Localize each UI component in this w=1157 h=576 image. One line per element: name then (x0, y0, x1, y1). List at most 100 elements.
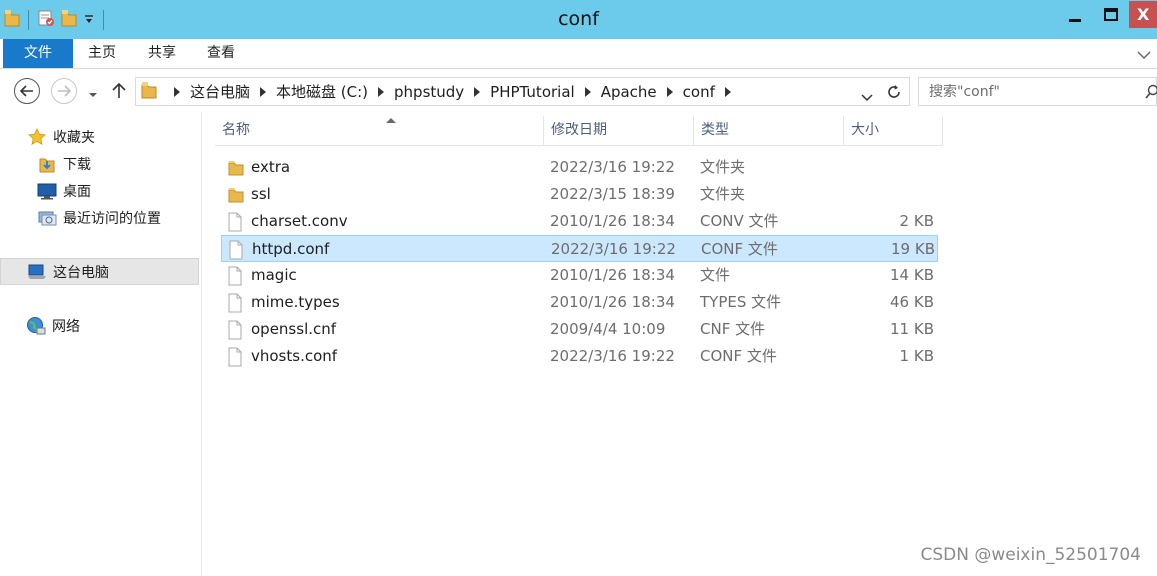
file-type: 文件夹 (700, 185, 746, 203)
breadcrumb-phpstudy[interactable]: phpstudy (394, 83, 464, 101)
file-icon (227, 347, 243, 367)
sidebar-item-label: 最近访问的位置 (63, 210, 161, 227)
file-list: 名称 修改日期 类型 大小 extra 2022/3/16 19:22 文件夹 ssl… (203, 112, 1157, 576)
file-type: CNF 文件 (700, 320, 766, 338)
breadcrumb-separator-icon[interactable] (584, 86, 591, 97)
file-type: 文件 (700, 266, 731, 284)
file-row[interactable]: ssl 2022/3/15 18:39 文件夹 (221, 181, 938, 208)
file-name: charset.conv (251, 212, 348, 230)
minimize-icon (1069, 18, 1081, 22)
sidebar-item-downloads[interactable]: 下载 (0, 150, 199, 177)
refresh-icon[interactable] (885, 83, 903, 105)
minimize-button[interactable] (1057, 1, 1093, 28)
file-row[interactable]: mime.types 2010/1/26 18:34 TYPES 文件 46 KB (221, 289, 938, 316)
sort-ascending-icon (386, 118, 396, 123)
file-row[interactable]: openssl.cnf 2009/4/4 10:09 CNF 文件 11 KB (221, 316, 938, 343)
file-date: 2010/1/26 18:34 (550, 293, 675, 311)
address-bar[interactable]: 这台电脑 本地磁盘 (C:) phpstudy PHPTutorial Apac… (135, 77, 910, 106)
file-name: httpd.conf (252, 240, 330, 258)
forward-button[interactable] (51, 78, 77, 104)
breadcrumb-separator-icon[interactable] (174, 86, 180, 97)
tab-file[interactable]: 文件 (3, 39, 73, 68)
file-row[interactable]: vhosts.conf 2022/3/16 19:22 CONF 文件 1 KB (221, 343, 938, 370)
recent-locations-chevron-icon[interactable] (88, 84, 98, 103)
folder-icon (227, 158, 245, 178)
file-icon (227, 266, 243, 286)
sidebar-item-desktop[interactable]: 桌面 (0, 177, 199, 204)
breadcrumb-separator-icon[interactable] (474, 86, 481, 97)
file-size (841, 181, 934, 208)
file-size: 19 KB (891, 240, 935, 258)
breadcrumb-separator-icon[interactable] (666, 86, 673, 97)
file-date: 2022/3/15 18:39 (550, 185, 675, 203)
file-type: 文件夹 (700, 158, 746, 176)
file-type: CONF 文件 (700, 347, 777, 365)
sidebar-item-recent[interactable]: 最近访问的位置 (0, 204, 199, 231)
up-arrow-icon[interactable] (111, 81, 127, 103)
file-size: 14 KB (890, 266, 934, 284)
ribbon-expand-chevron-icon[interactable] (1137, 45, 1151, 64)
star-icon (27, 127, 47, 147)
column-header-type[interactable]: 类型 (694, 116, 844, 146)
search-input[interactable] (919, 78, 1139, 105)
maximize-icon (1104, 7, 1118, 21)
breadcrumb-conf[interactable]: conf (683, 83, 715, 101)
close-icon: X (1137, 5, 1150, 24)
tab-share[interactable]: 共享 (134, 39, 190, 68)
address-history-chevron-icon[interactable] (861, 87, 873, 106)
back-button[interactable] (14, 78, 40, 104)
search-icon[interactable] (1145, 84, 1157, 104)
forward-arrow-icon (58, 85, 71, 97)
sidebar-item-this-pc[interactable]: 这台电脑 (0, 258, 199, 285)
close-button[interactable]: X (1129, 1, 1157, 28)
search-box[interactable] (918, 77, 1157, 106)
file-name: openssl.cnf (251, 320, 337, 338)
explorer-window: conf X 文件 主页 共享 查看 这台电脑 本地磁盘 (C:) phpstu… (0, 0, 1157, 576)
breadcrumb-apache[interactable]: Apache (601, 83, 657, 101)
sidebar-item-label: 桌面 (63, 183, 91, 200)
file-name: magic (251, 266, 297, 284)
file-date: 2022/3/16 19:22 (550, 347, 675, 365)
tab-view[interactable]: 查看 (196, 39, 246, 68)
column-header-name[interactable]: 名称 (215, 116, 544, 146)
column-header-size[interactable]: 大小 (844, 116, 943, 146)
window-title: conf (558, 8, 599, 30)
file-date: 2010/1/26 18:34 (550, 266, 675, 284)
file-icon (227, 293, 243, 313)
breadcrumb-this-pc[interactable]: 这台电脑 (190, 81, 250, 102)
back-arrow-icon (20, 85, 33, 97)
folder-icon (227, 185, 245, 205)
column-header-label: 大小 (851, 122, 879, 138)
file-row[interactable]: magic 2010/1/26 18:34 文件 14 KB (221, 262, 938, 289)
file-row[interactable]: charset.conv 2010/1/26 18:34 CONV 文件 2 KB (221, 208, 938, 235)
breadcrumb-phptutorial[interactable]: PHPTutorial (490, 83, 575, 101)
file-type: TYPES 文件 (700, 293, 782, 311)
title-bar[interactable]: conf X (0, 0, 1157, 39)
navigation-pane: 收藏夹 下载 桌面 最近访问的位置 这台电脑 网络 (0, 112, 202, 576)
sidebar-item-label: 这台电脑 (53, 264, 109, 281)
desktop-icon (37, 181, 57, 201)
file-size: 46 KB (890, 293, 934, 311)
file-row[interactable]: httpd.conf 2022/3/16 19:22 CONF 文件 19 KB (221, 235, 938, 262)
file-name: extra (251, 158, 291, 176)
sidebar-item-network[interactable]: 网络 (0, 312, 199, 339)
column-header-date[interactable]: 修改日期 (544, 116, 694, 146)
file-type: CONV 文件 (700, 212, 779, 230)
maximize-button[interactable] (1093, 1, 1129, 28)
file-name: vhosts.conf (251, 347, 338, 365)
file-date: 2009/4/4 10:09 (550, 320, 666, 338)
column-header-label: 类型 (701, 122, 729, 138)
file-row[interactable]: extra 2022/3/16 19:22 文件夹 (221, 154, 938, 181)
breadcrumb-separator-icon[interactable] (260, 86, 267, 97)
file-size: 11 KB (890, 320, 934, 338)
computer-icon (27, 262, 47, 282)
breadcrumb-separator-icon[interactable] (724, 86, 731, 97)
file-icon (228, 240, 244, 260)
file-icon (227, 212, 243, 232)
breadcrumb-local-disk[interactable]: 本地磁盘 (C:) (276, 81, 368, 102)
watermark: CSDN @weixin_52501704 (920, 545, 1141, 565)
file-size: 2 KB (899, 212, 934, 230)
breadcrumb-separator-icon[interactable] (378, 86, 385, 97)
tab-home[interactable]: 主页 (76, 39, 128, 68)
sidebar-item-favorites[interactable]: 收藏夹 (0, 123, 199, 150)
